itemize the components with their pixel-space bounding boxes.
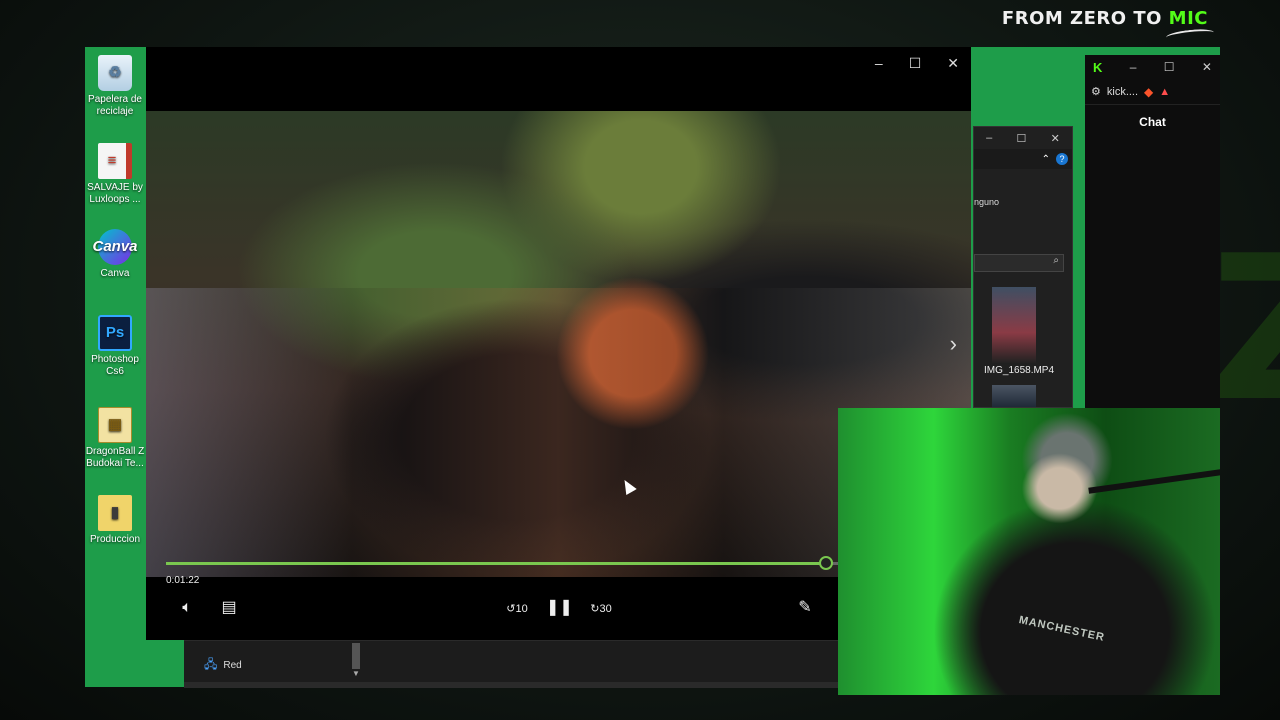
seek-bar-fill <box>166 562 827 565</box>
maximize-icon[interactable]: ☐ <box>909 55 922 72</box>
status-bar <box>184 682 838 688</box>
site-settings-icon[interactable]: ⚙ <box>1091 85 1101 98</box>
video-thumbnail-2[interactable] <box>992 385 1036 407</box>
kick-logo-icon: K <box>1093 59 1103 75</box>
document-icon: ≡ <box>98 143 132 179</box>
pause-button[interactable]: ❚❚ <box>546 598 573 618</box>
brand-underline <box>1165 27 1215 43</box>
rewind-button[interactable]: ↺10 <box>504 598 530 619</box>
window-controls: – ☐ ✕ <box>875 55 959 72</box>
explorer-titlebar: – ☐ ✕ <box>974 127 1072 149</box>
file-name-label: IMG_1658.MP4 <box>984 365 1055 376</box>
canva-icon: Canva <box>92 229 138 265</box>
photoshop-icon: Ps <box>98 315 132 351</box>
brand-title: FROM ZERO TO MIC <box>1002 8 1208 29</box>
pause-icon: ❚❚ <box>546 599 573 616</box>
desktop-icon-recycle-bin[interactable]: ♻ Papelera de reciclaje <box>85 55 145 118</box>
browser-window: K – ☐ ✕ ⚙ kick.... ◆ ▲ Chat <box>1085 55 1220 408</box>
explorer-partial-text: nguno <box>974 197 1000 207</box>
pencil-icon: ✎ <box>798 599 812 616</box>
explorer-navigation-pane: 🖧︎ Red ▼ <box>184 640 838 688</box>
background-logo-mark: Z <box>1210 230 1280 430</box>
desktop-icon-produccion[interactable]: ▮ Produccion <box>85 495 145 546</box>
brand-main: FROM ZERO TO <box>1001 8 1169 29</box>
desktop-icon-photoshop[interactable]: Ps Photoshop Cs6 <box>85 315 145 378</box>
desktop-icon-label: SALVAJE by Luxloops ... <box>87 182 143 205</box>
minimize-icon[interactable]: – <box>1130 60 1137 74</box>
help-icon[interactable]: ? <box>1056 153 1068 165</box>
desktop-icon-label: DragonBall Z Budokai Te... <box>85 446 145 469</box>
desktop-icon-salvaje[interactable]: ≡ SALVAJE by Luxloops ... <box>85 143 145 206</box>
desktop-icon-label: Papelera de reciclaje <box>88 94 142 117</box>
forward-button[interactable]: ↻30 <box>588 598 614 619</box>
desktop-icon-canva[interactable]: Canva Canva <box>85 229 145 280</box>
chevron-right-icon[interactable]: › <box>950 331 957 357</box>
chat-header: Chat <box>1139 115 1166 129</box>
minimize-icon[interactable]: – <box>986 132 992 144</box>
rewards-icon[interactable]: ▲ <box>1159 86 1170 98</box>
chevron-up-icon[interactable]: ⌃ <box>1042 154 1050 165</box>
volume-button[interactable]: 🔈︎ <box>174 598 200 618</box>
explorer-ribbon: ⌃ ? <box>974 149 1072 169</box>
forward-icon: ↻30 <box>590 603 612 615</box>
archive-icon: ▦ <box>98 407 132 443</box>
close-icon[interactable]: ✕ <box>1202 60 1212 74</box>
nav-item-network[interactable]: 🖧︎ Red <box>204 655 242 676</box>
rewind-icon: ↺10 <box>506 603 528 615</box>
close-icon[interactable]: ✕ <box>947 55 959 72</box>
webcam-overlay: MANCHESTER <box>838 408 1220 695</box>
subtitles-icon: ▤ <box>221 599 237 616</box>
hoodie-print: MANCHESTER <box>1017 614 1106 644</box>
brave-shield-icon[interactable]: ◆ <box>1144 85 1153 99</box>
desktop-icon-label: Produccion <box>89 534 141 545</box>
network-icon: 🖧︎ <box>204 657 218 671</box>
desktop-icon-dragonball[interactable]: ▦ DragonBall Z Budokai Te... <box>85 407 145 470</box>
browser-titlebar: K – ☐ ✕ <box>1085 55 1220 79</box>
explorer-search-input[interactable]: ⌕ <box>974 254 1064 272</box>
desktop-icon-label: Photoshop Cs6 <box>91 354 139 377</box>
nav-item-label: Red <box>223 660 242 671</box>
search-icon: ⌕ <box>1053 255 1059 266</box>
recycle-bin-icon: ♻ <box>98 55 132 91</box>
scrollbar-thumb[interactable] <box>352 643 360 669</box>
mic-arm <box>1088 468 1220 494</box>
folder-icon: ▮ <box>98 495 132 531</box>
maximize-icon[interactable]: ☐ <box>1017 132 1027 145</box>
browser-tab-label[interactable]: kick.... <box>1107 86 1138 98</box>
file-explorer-window: – ☐ ✕ ⌃ ? nguno ⌕ IMG_1658.MP4 <box>973 126 1073 408</box>
minimize-icon[interactable]: – <box>875 55 883 72</box>
maximize-icon[interactable]: ☐ <box>1164 60 1175 74</box>
subtitles-button[interactable]: ▤ <box>216 598 242 618</box>
brand-accent: MIC <box>1168 8 1208 29</box>
seek-thumb[interactable] <box>819 556 834 570</box>
volume-icon: 🔈︎ <box>182 599 192 616</box>
video-thumbnail[interactable] <box>992 287 1036 363</box>
current-time: 0:01:22 <box>166 575 200 586</box>
browser-address-bar: ⚙ kick.... ◆ ▲ <box>1085 79 1220 105</box>
desktop-icon-label: Canva <box>100 268 130 279</box>
edit-button[interactable]: ✎ <box>792 598 818 618</box>
scroll-down-icon[interactable]: ▼ <box>352 669 360 678</box>
close-icon[interactable]: ✕ <box>1051 132 1060 145</box>
